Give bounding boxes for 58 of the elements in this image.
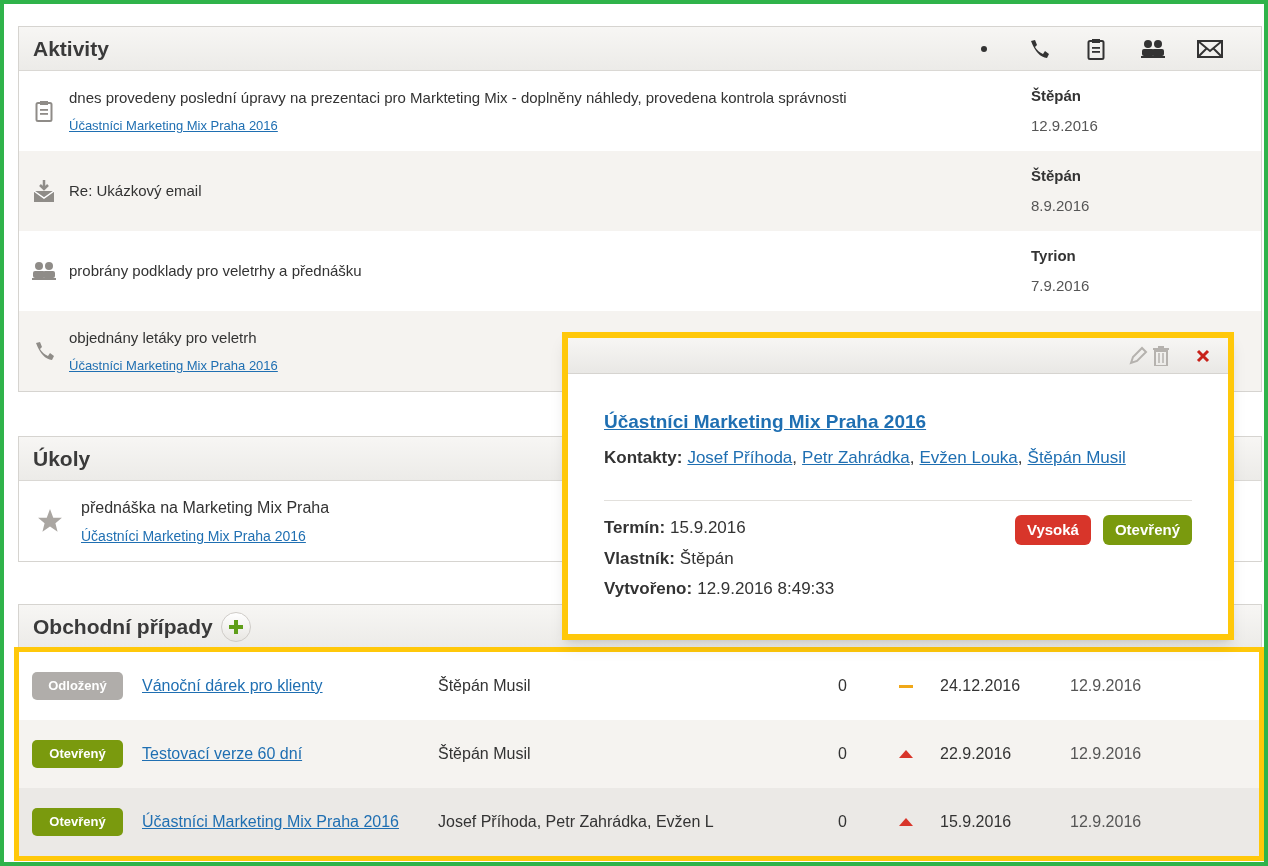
deal-created-date: 12.9.2016: [1070, 744, 1142, 764]
activity-date: 7.9.2016: [1031, 276, 1090, 296]
status-badge: Otevřený: [1102, 515, 1192, 545]
separator-comma: ,: [1017, 446, 1023, 469]
separator-comma: ,: [909, 446, 915, 469]
contact-link[interactable]: Evžen Louka: [919, 444, 1018, 470]
activity-text: objednány letáky pro veletrh: [69, 328, 258, 348]
deal-count: 0: [838, 812, 848, 832]
envelope-download-icon: [33, 180, 55, 202]
close-icon[interactable]: [1196, 348, 1210, 363]
activity-text: Re: Ukázkový email: [69, 180, 203, 201]
status-badge: Otevřený: [32, 740, 123, 768]
deal-contacts: Josef Příhoda, Petr Zahrádka, Evžen L: [438, 812, 715, 832]
activity-author: Štěpán: [1031, 165, 1081, 186]
deal-contacts: Štěpán Musil: [438, 675, 532, 696]
panel-title: Obchodní případy: [33, 613, 213, 640]
status-badge: Vysoká: [1014, 515, 1091, 545]
deal-link[interactable]: Účastníci Marketing Mix Praha 2016: [142, 813, 399, 830]
deal-link[interactable]: Vánoční dárek pro klienty: [142, 677, 323, 694]
activity-link[interactable]: Účastníci Marketing Mix Praha 2016: [69, 355, 278, 375]
popup-field: Termín: 15.9.2016: [604, 515, 746, 541]
activity-author: Tyrion: [1031, 245, 1076, 266]
deal-due-date: 24.12.2016: [939, 676, 1022, 696]
activity-author: Štěpán: [1031, 85, 1081, 106]
contact-link[interactable]: Josef Příhoda: [687, 444, 793, 470]
task-link[interactable]: Účastníci Marketing Mix Praha 2016: [81, 525, 306, 547]
status-badge: Otevřený: [32, 808, 123, 836]
activity-date: 8.9.2016: [1031, 196, 1090, 216]
deal-link[interactable]: Testovací verze 60 dní: [142, 745, 303, 762]
people-icon: [31, 261, 57, 281]
popup-field: Vlastník: Štěpán: [604, 545, 734, 571]
popup-title-link[interactable]: Účastníci Marketing Mix Praha 2016: [604, 408, 927, 437]
dot-icon[interactable]: [979, 45, 989, 52]
clipboard-icon: [35, 100, 53, 122]
star-icon: [37, 508, 63, 534]
deal-count: 0: [838, 744, 848, 764]
activity-text: probrány podklady pro veletrhy a přednášku: [69, 260, 363, 281]
add-button[interactable]: [220, 611, 251, 642]
popup-field: Vytvořeno: 12.9.2016 8:49:33: [604, 576, 835, 602]
task-text: přednáška na Marketing Mix Praha: [81, 497, 331, 518]
panel-title: Úkoly: [33, 445, 91, 472]
deal-due-date: 22.9.2016: [939, 744, 1013, 764]
phone-icon: [33, 340, 55, 362]
status-badge: Odložený: [32, 672, 123, 700]
activity-text: dnes provedeny poslední úpravy na prezentaci pro Markteting Mix - doplněny náhledy, provedena kontrola správnosti: [69, 88, 848, 108]
plus-icon: [226, 617, 245, 636]
panel-title: Aktivity: [33, 35, 109, 62]
contact-link[interactable]: Štěpán Musil: [1027, 444, 1126, 470]
deal-count: 0: [838, 676, 848, 696]
separator-comma: ,: [792, 446, 798, 469]
contact-link[interactable]: Petr Zahrádka: [802, 444, 910, 470]
contacts-label: Kontakty:: [604, 446, 683, 469]
deal-created-date: 12.9.2016: [1070, 812, 1142, 832]
activity-link[interactable]: Účastníci Marketing Mix Praha 2016: [69, 115, 278, 135]
deal-due-date: 15.9.2016: [939, 812, 1013, 832]
deal-created-date: 12.9.2016: [1070, 676, 1142, 696]
activity-date: 12.9.2016: [1031, 116, 1098, 136]
deal-contacts: Štěpán Musil: [438, 743, 532, 764]
